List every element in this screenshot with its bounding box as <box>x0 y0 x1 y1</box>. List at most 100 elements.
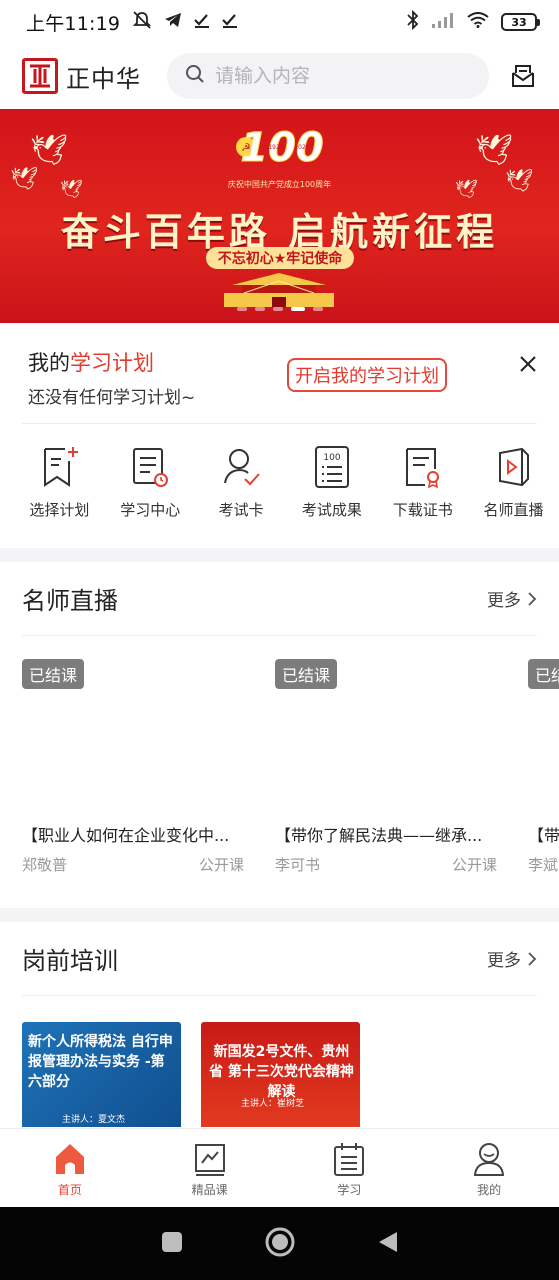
status-badge: 已结课 <box>528 659 559 689</box>
more-link[interactable]: 更多 <box>487 946 537 971</box>
course-type: 公开课 <box>451 856 497 874</box>
search-bar[interactable] <box>167 53 489 99</box>
logo-text: 正中华 <box>66 64 141 93</box>
feature-label: 学习中心 <box>120 501 181 519</box>
training-course-card[interactable]: 新国发2号文件、贵州省 第十三次党代会精神解读 主讲人：崔树芝 <box>201 1022 360 1127</box>
home-button[interactable] <box>264 1226 296 1262</box>
title-highlight: 学习计划 <box>70 351 154 375</box>
course-cover-title: 新个人所得税法 自行申报管理办法与实务 -第六部分 <box>28 1034 173 1090</box>
status-time: 上午11:19 <box>26 12 121 35</box>
feature-grid: 选择计划 学习中心 考试卡 100 考试成果 下载证书 名师直播 <box>0 441 559 520</box>
tab-label: 我的 <box>477 1183 502 1197</box>
more-link[interactable]: 更多 <box>487 586 537 611</box>
live-section: 名师直播 更多 已结课 【职业人如何在企业变化中... 郑敬普 公开课 已结课 … <box>0 562 559 908</box>
live-course-card[interactable]: 已结课 【职业人如何在企业变化中... 郑敬普 公开课 <box>22 659 244 874</box>
course-teacher: 李可书 <box>275 856 321 874</box>
user-check-icon <box>224 449 260 486</box>
training-section-header: 岗前培训 更多 <box>22 922 537 996</box>
feature-label: 名师直播 <box>483 501 544 519</box>
study-plan-card: 我的学习计划 还没有任何学习计划~ 开启我的学习计划 选择计划 学习中心 考试卡… <box>0 323 559 548</box>
training-course-card[interactable]: 新个人所得税法 自行申报管理办法与实务 -第六部分 主讲人：夏文杰 <box>22 1022 181 1127</box>
close-icon[interactable] <box>515 351 541 377</box>
system-nav-bar <box>0 1207 559 1280</box>
dove-icon: 🕊 <box>30 133 69 168</box>
svg-text:100: 100 <box>323 453 340 463</box>
section-title: 名师直播 <box>22 587 118 615</box>
search-icon <box>185 64 205 88</box>
calendar-list-icon <box>334 1143 365 1176</box>
promo-banner[interactable]: 🕊 🕊 🕊 🕊 🕊 🕊 ☭ 100 1921 2021 庆祝中国共产党成立100… <box>0 109 559 323</box>
feature-teacher-live[interactable]: 名师直播 <box>468 441 559 520</box>
bookmark-add-icon <box>44 447 79 487</box>
tab-label: 精品课 <box>191 1183 228 1197</box>
feature-exam-card[interactable]: 考试卡 <box>196 441 287 520</box>
svg-text:1921: 1921 <box>268 144 283 151</box>
training-section: 岗前培训 更多 新个人所得税法 自行申报管理办法与实务 -第六部分 主讲人：夏文… <box>0 922 559 1128</box>
certificate-icon <box>405 448 439 489</box>
course-title: 【职业人如何在企业变化中... <box>22 826 230 845</box>
start-plan-button[interactable]: 开启我的学习计划 <box>287 358 447 392</box>
study-plan-title: 我的学习计划 <box>28 347 154 377</box>
study-plan-empty-text: 还没有任何学习计划~ <box>28 388 196 408</box>
tab-study[interactable]: 学习 <box>280 1129 420 1207</box>
wifi-icon <box>467 12 489 32</box>
feature-label: 下载证书 <box>392 501 453 519</box>
centenary-badge: ☭ 100 1921 2021 <box>236 125 324 171</box>
check-icon <box>194 12 210 33</box>
section-title: 岗前培训 <box>22 947 118 975</box>
home-icon <box>55 1144 84 1174</box>
battery-icon: 33 <box>501 13 540 31</box>
svg-text:2021: 2021 <box>294 144 309 151</box>
feature-label: 考试成果 <box>301 501 362 519</box>
live-course-card[interactable]: 已结课 【带 李斌 <box>528 659 559 899</box>
course-speaker: 主讲人：夏文杰 <box>62 1115 126 1125</box>
recents-button[interactable] <box>161 1231 183 1257</box>
feature-study-center[interactable]: 学习中心 <box>105 441 196 520</box>
course-speaker: 主讲人：崔树芝 <box>241 1099 305 1109</box>
video-play-icon <box>498 447 529 487</box>
bottom-tab-bar: 首页 精品课 学习 我的 <box>0 1128 559 1207</box>
chart-board-icon <box>194 1144 225 1176</box>
course-title: 【带你了解民法典——继承... <box>275 826 483 845</box>
live-course-card[interactable]: 已结课 【带你了解民法典——继承... 李可书 公开课 <box>275 659 497 874</box>
title-prefix: 我的 <box>28 351 70 375</box>
page-dot <box>236 307 247 311</box>
feature-download-cert[interactable]: 下载证书 <box>377 441 468 520</box>
status-bar: 上午11:19 33 <box>0 0 559 44</box>
telegram-icon <box>164 12 182 33</box>
banner-slogan: 不忘初心★牢记使命 <box>206 247 354 269</box>
chevron-right-icon <box>528 591 537 606</box>
more-label: 更多 <box>487 591 521 611</box>
section-gap <box>0 908 559 922</box>
back-button[interactable] <box>377 1230 399 1258</box>
tab-home[interactable]: 首页 <box>0 1129 140 1207</box>
course-cover-title: 新国发2号文件、贵州省 第十三次党代会精神解读 <box>209 1044 354 1100</box>
list-clock-icon <box>133 448 169 487</box>
page-dot <box>254 307 265 311</box>
page-dot <box>312 307 323 311</box>
banner-pagination <box>0 307 559 311</box>
battery-level: 33 <box>511 15 527 29</box>
mute-icon <box>132 10 152 34</box>
signal-icon <box>431 12 455 32</box>
message-icon[interactable] <box>509 62 537 90</box>
tab-premium-courses[interactable]: 精品课 <box>140 1129 280 1207</box>
status-badge: 已结课 <box>22 659 85 689</box>
tab-label: 学习 <box>337 1183 362 1197</box>
status-badge: 已结课 <box>275 659 338 689</box>
page-dot-active <box>290 307 305 311</box>
tiananmen-icon <box>224 273 334 307</box>
tab-profile[interactable]: 我的 <box>419 1129 559 1207</box>
course-teacher: 郑敬普 <box>22 856 68 874</box>
search-input[interactable] <box>215 65 455 87</box>
page-dot <box>272 307 283 311</box>
course-teacher: 李斌 <box>528 856 559 874</box>
bluetooth-icon <box>407 9 419 34</box>
feature-choose-plan[interactable]: 选择计划 <box>14 441 105 520</box>
course-title: 【带 <box>528 826 559 845</box>
feature-exam-results[interactable]: 100 考试成果 <box>286 441 377 520</box>
feature-label: 考试卡 <box>218 501 264 519</box>
app-header: 正中华 <box>0 44 559 108</box>
dove-icon: 🕊 <box>475 133 514 168</box>
live-section-header: 名师直播 更多 <box>22 562 537 636</box>
